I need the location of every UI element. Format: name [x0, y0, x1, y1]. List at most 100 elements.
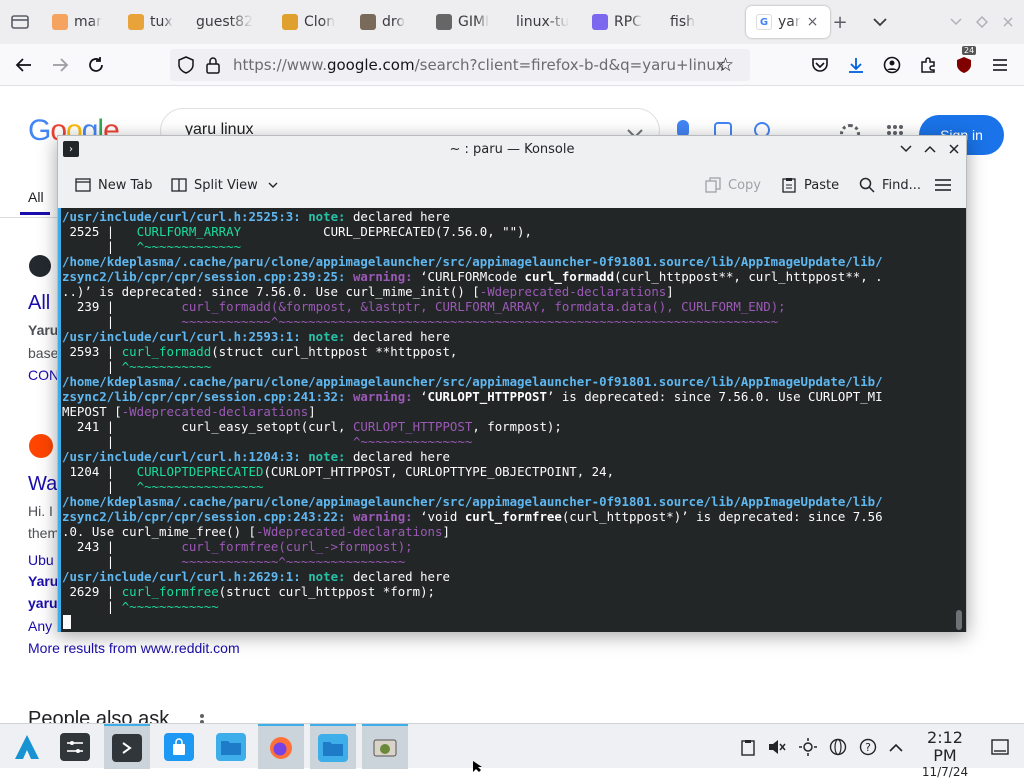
- terminal-text: CURL_DEPRECATED(7.56.0, ""),: [241, 224, 532, 239]
- volume-muted-icon[interactable]: [766, 736, 788, 758]
- digital-clock[interactable]: 2:12 PM 11/7/24: [914, 729, 976, 779]
- clipboard-icon[interactable]: [737, 736, 759, 758]
- result-title-wa[interactable]: Wa: [28, 473, 57, 496]
- google-tab-all[interactable]: All: [28, 189, 44, 205]
- result-sublink-yaru-2[interactable]: yaru: [28, 595, 58, 611]
- app-menu-hamburger-icon[interactable]: [986, 52, 1014, 78]
- terminal-text: /usr/include/curl/curl.h:2525:3:: [62, 209, 309, 224]
- ublock-shield-icon[interactable]: 24: [950, 46, 978, 78]
- help-question-icon[interactable]: ?: [857, 736, 879, 758]
- browser-tab[interactable]: RPC: [592, 6, 650, 38]
- terminal-scrollbar[interactable]: [956, 610, 962, 630]
- plasma-taskbar: ? 2:12 PM 11/7/24: [0, 723, 1024, 779]
- task-system-settings[interactable]: [52, 724, 98, 769]
- terminal-line: 2629 | curl_formfree(struct curl_httppos…: [62, 584, 952, 599]
- terminal-line: 241 | curl_easy_setopt(curl, CURLOPT_HTT…: [62, 419, 952, 434]
- konsole-titlebar[interactable]: › ~ : paru — Konsole: [58, 136, 966, 162]
- result-sublink-any[interactable]: Any: [28, 618, 52, 634]
- terminal-text: -Wdeprecated-declarations: [255, 524, 443, 539]
- task-konsole[interactable]: [104, 724, 150, 769]
- terminal-text: ]: [308, 404, 316, 419]
- task-dolphin[interactable]: [208, 724, 254, 769]
- forward-arrow-icon[interactable]: [46, 52, 74, 78]
- terminal-view[interactable]: /usr/include/curl/curl.h:2525:3: note: d…: [58, 208, 966, 632]
- split-view-button[interactable]: Split View: [170, 174, 278, 196]
- konsole-minimize-icon[interactable]: [896, 139, 916, 159]
- result-snippet-base: base: [28, 345, 59, 361]
- tab-favicon-icon: [360, 14, 376, 30]
- task-discover[interactable]: [156, 724, 202, 769]
- konsole-maximize-icon[interactable]: [920, 139, 940, 159]
- tray-expand-chevron-icon[interactable]: [885, 736, 907, 758]
- tab-overflow-chevron-icon[interactable]: [868, 10, 892, 34]
- terminal-text: ]: [666, 284, 674, 299]
- brightness-icon[interactable]: [797, 736, 819, 758]
- terminal-text: /home/kdeplasma/.cache/paru/clone/appima…: [62, 494, 883, 509]
- network-globe-icon[interactable]: [827, 736, 849, 758]
- terminal-text: ~~~~~~~~~~~~^~~~~~~~~~~~~~~~~~~~~~~~~~~~…: [181, 314, 779, 329]
- tab-close-icon[interactable]: ×: [807, 14, 819, 30]
- result-sublink-yaru[interactable]: Yaru: [28, 573, 58, 589]
- konsole-hamburger-menu-icon[interactable]: [934, 174, 952, 196]
- split-view-chevron-icon[interactable]: [268, 178, 278, 193]
- back-arrow-icon[interactable]: [10, 52, 38, 78]
- result-sublink-ubu[interactable]: Ubu: [28, 552, 54, 568]
- lock-icon[interactable]: [206, 56, 220, 78]
- reload-icon[interactable]: [82, 52, 110, 78]
- browser-tab[interactable]: guest82: [196, 6, 270, 38]
- terminal-text: (curl_httppost*)’ is deprecated: since 7…: [561, 509, 883, 524]
- terminal-text: warning:: [352, 269, 413, 284]
- folder-icon: [216, 732, 246, 761]
- image-viewer-icon: [370, 734, 400, 762]
- task-image-viewer[interactable]: [362, 724, 408, 769]
- konsole-close-icon[interactable]: [944, 139, 964, 159]
- tab-list-icon[interactable]: [8, 10, 32, 34]
- terminal-text: |: [62, 434, 353, 449]
- url-text[interactable]: https://www.google.com/search?client=fir…: [233, 56, 725, 74]
- terminal-text: |: [62, 479, 137, 494]
- task-firefox[interactable]: [258, 724, 304, 769]
- terminal-text: /home/kdeplasma/.cache/paru/clone/appima…: [62, 374, 883, 389]
- terminal-text: ~~~~~~~~~~~~~^~~~~~~~~~~~~~~~~: [181, 554, 406, 569]
- result-link-con[interactable]: CON: [28, 367, 59, 383]
- more-results-link[interactable]: More results from www.reddit.com: [28, 640, 240, 656]
- new-tab-button[interactable]: +: [828, 10, 852, 34]
- window-minimize-icon[interactable]: [944, 10, 968, 34]
- url-bar[interactable]: https://www.google.com/search?client=fir…: [170, 49, 750, 81]
- google-favicon-icon: G: [756, 14, 772, 30]
- terminal-text: |: [62, 554, 182, 569]
- window-maximize-icon[interactable]: [970, 10, 994, 34]
- show-desktop-icon[interactable]: [989, 736, 1011, 758]
- browser-tab[interactable]: tux: [128, 6, 180, 38]
- terminal-line: | ~~~~~~~~~~~~~^~~~~~~~~~~~~~~~~: [62, 554, 952, 569]
- tab-active[interactable]: G yar ×: [746, 6, 830, 38]
- browser-tab[interactable]: Clon: [282, 6, 340, 38]
- copy-label: Copy: [728, 177, 761, 193]
- terminal-text: 239 |: [62, 299, 122, 314]
- find-button[interactable]: Find...: [858, 174, 921, 196]
- browser-tab[interactable]: GIMI: [436, 6, 498, 38]
- terminal-line: zsync2/lib/cpr/cpr/session.cpp:241:32: w…: [62, 389, 952, 404]
- konsole-app-icon[interactable]: ›: [63, 141, 79, 157]
- terminal-text: CURLOPT_HTTPPOST: [427, 389, 547, 404]
- paste-button[interactable]: Paste: [780, 174, 839, 196]
- browser-tab[interactable]: linux-tu: [516, 6, 574, 38]
- tracking-protection-shield-icon[interactable]: [178, 56, 194, 78]
- account-icon[interactable]: [878, 52, 906, 78]
- browser-tab[interactable]: dro: [360, 6, 416, 38]
- downloads-icon[interactable]: [842, 52, 870, 78]
- browser-tab[interactable]: mar: [52, 6, 108, 38]
- pocket-icon[interactable]: [806, 52, 834, 78]
- browser-tab[interactable]: fish: [670, 6, 726, 38]
- copy-button[interactable]: Copy: [704, 174, 761, 196]
- result-title-all[interactable]: All: [28, 292, 50, 315]
- bookmark-star-icon[interactable]: ☆: [717, 54, 734, 76]
- extensions-puzzle-icon[interactable]: [914, 52, 942, 78]
- new-tab-icon: [74, 176, 92, 194]
- konsole-title: ~ : paru — Konsole: [449, 141, 575, 157]
- new-tab-button[interactable]: New Tab: [74, 174, 153, 196]
- firefox-icon: [266, 734, 296, 762]
- window-close-icon[interactable]: [996, 10, 1020, 34]
- application-launcher-button[interactable]: [4, 724, 50, 769]
- task-dolphin-2[interactable]: [310, 724, 356, 769]
